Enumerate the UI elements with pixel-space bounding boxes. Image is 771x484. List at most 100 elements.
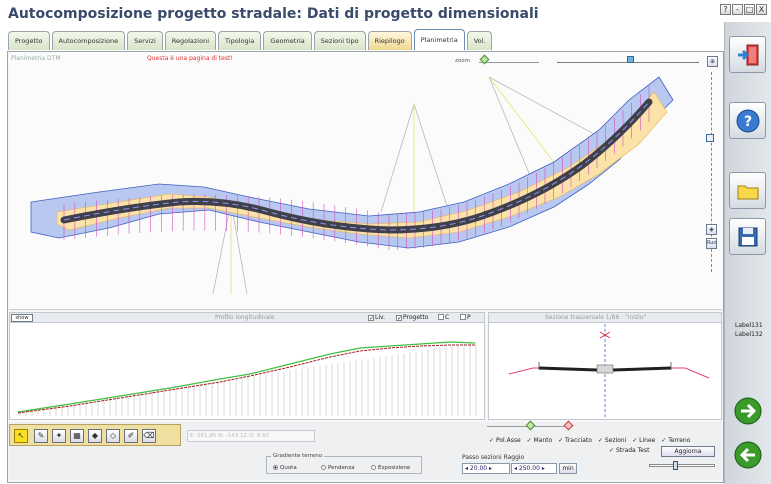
check-pol-asse[interactable]: ✓ Pol.Asse: [489, 437, 521, 444]
tab-riepilogo[interactable]: Riepilogo: [367, 31, 412, 50]
radio-quota-label: Quota: [280, 465, 297, 471]
label131: Label131: [735, 322, 763, 329]
arrow-left-icon: [734, 441, 761, 468]
open-button[interactable]: [729, 172, 766, 209]
radio-esposizione-dot[interactable]: [371, 465, 376, 470]
opacity-slider-thumb[interactable]: [673, 461, 678, 470]
floppy-disk-icon: [738, 227, 757, 246]
radio-pendenza[interactable]: Pendenza: [321, 465, 355, 471]
check-p-label: P: [467, 314, 471, 321]
show-button[interactable]: show: [11, 314, 33, 322]
test-message: Questa è una pagina di test!: [147, 55, 233, 62]
tab-autocomposizione[interactable]: Autocomposizione: [51, 31, 126, 50]
check-liv[interactable]: ✓Liv.: [368, 314, 385, 322]
check-tracciato-label: Tracciato: [565, 437, 592, 444]
profile-plot[interactable]: [10, 324, 484, 419]
range-slider-thumb-green[interactable]: [525, 420, 536, 431]
fit-view-button[interactable]: ⊕: [707, 56, 718, 67]
opacity-slider-track[interactable]: [649, 464, 715, 467]
radio-esposizione-label: Esposizione: [378, 465, 411, 471]
raggio-spinner[interactable]: ◂ 250.00 ▸: [511, 463, 557, 474]
bottom-controls: ↖ ✎ ✦ ▦ ◆ ◇ ✐ ⌫ E: 561.85 N: -143.12 Q: …: [9, 420, 722, 480]
help-button[interactable]: ?: [729, 102, 766, 139]
passo-value: 20.00: [469, 465, 488, 472]
profile-verticals: [19, 342, 477, 416]
save-button[interactable]: [729, 218, 766, 255]
svg-text:?: ?: [743, 114, 751, 130]
horizontal-scroll-thumb[interactable]: [627, 56, 634, 63]
coords-readout: E: 561.85 N: -143.12 Q: 8.60: [187, 430, 315, 442]
close-button[interactable]: X: [756, 4, 767, 15]
radio-quota[interactable]: Quota: [273, 465, 297, 471]
planimetria-label: Planimetria DTM: [11, 55, 61, 62]
zoom-slider-track[interactable]: [479, 62, 539, 63]
aggiorna-button[interactable]: Aggiorna: [661, 446, 715, 457]
tab-planimetria[interactable]: Planimetria: [413, 29, 465, 50]
check-tracciato[interactable]: ✓ Tracciato: [558, 437, 592, 444]
tab-sezioni-tipo[interactable]: Sezioni tipo: [313, 31, 366, 50]
vertical-scroll-thumb[interactable]: [706, 134, 714, 142]
right-sidebar: ? Label131 Label132: [724, 22, 771, 484]
tab-geometria[interactable]: Geometria: [263, 31, 312, 50]
tab-regolazioni[interactable]: Regolazioni: [164, 31, 217, 50]
back-button[interactable]: [729, 436, 766, 473]
tab-progetto[interactable]: Progetto: [8, 31, 50, 50]
edit-tool-icon[interactable]: ✎: [34, 429, 48, 443]
folder-icon: [737, 185, 758, 199]
eraser-tool-icon[interactable]: ⌫: [142, 429, 156, 443]
zoom-label: zoom: [455, 58, 470, 64]
exit-button[interactable]: [729, 36, 766, 73]
exit-door-icon: [737, 44, 758, 65]
plan-map[interactable]: [9, 52, 722, 310]
gradiente-group: Gradiente terreno Quota Pendenza Esposiz…: [266, 453, 422, 474]
check-progetto-box[interactable]: ✓: [396, 315, 402, 322]
run-button[interactable]: Run: [706, 238, 717, 249]
check-sezioni[interactable]: ✓ Sezioni: [598, 437, 626, 444]
check-p[interactable]: P: [460, 314, 471, 321]
grid-tool-icon[interactable]: ▦: [70, 429, 84, 443]
check-progetto-label: Progetto: [403, 314, 429, 321]
check-manto[interactable]: ✓ Manto: [527, 437, 553, 444]
check-linee[interactable]: ✓ Linee: [632, 437, 655, 444]
sezione-panel: Sezione trasversale 1/86 : "inizio": [488, 312, 722, 420]
check-p-box[interactable]: [460, 314, 466, 320]
tool-palette: ↖ ✎ ✦ ▦ ◆ ◇ ✐ ⌫: [9, 424, 181, 446]
check-terreno[interactable]: ✓ Terreno: [661, 437, 690, 444]
check-strada-test[interactable]: ✓ Strada Test: [609, 447, 649, 454]
range-slider-thumb-red[interactable]: [563, 420, 574, 431]
tab-servizi[interactable]: Servizi: [127, 31, 163, 50]
shape-tool-icon[interactable]: ◆: [88, 429, 102, 443]
maximize-button[interactable]: □: [744, 4, 755, 15]
tab-tipologia[interactable]: Tipologia: [218, 31, 262, 50]
layer-checks: ✓ Pol.Asse ✓ Manto ✓ Tracciato ✓ Sezioni…: [489, 437, 694, 444]
check-c[interactable]: C: [438, 314, 449, 321]
help-window-button[interactable]: ?: [720, 4, 731, 15]
minimize-button[interactable]: -: [732, 4, 743, 15]
radio-pendenza-dot[interactable]: [321, 465, 326, 470]
select-tool-icon[interactable]: ↖: [14, 429, 28, 443]
radio-esposizione[interactable]: Esposizione: [371, 465, 410, 471]
tab-vol[interactable]: Vol.: [466, 31, 493, 50]
sezione-header: Sezione trasversale 1/86 : "inizio": [489, 313, 721, 323]
next-button[interactable]: [729, 392, 766, 429]
gradiente-title: Gradiente terreno: [271, 453, 325, 459]
center-view-button[interactable]: ◈: [706, 224, 717, 235]
check-liv-box[interactable]: ✓: [368, 315, 374, 322]
node-tool-icon[interactable]: ✦: [52, 429, 66, 443]
design-profile-line: [17, 344, 475, 414]
raggio-value: 250.00: [518, 465, 540, 472]
check-progetto[interactable]: ✓Progetto: [396, 314, 429, 322]
pen-tool-icon[interactable]: ✐: [124, 429, 138, 443]
passo-spinner[interactable]: ◂ 20.00 ▸: [462, 463, 510, 474]
planimetria-view[interactable]: Planimetria DTM Questa è una pagina di t…: [9, 52, 722, 310]
shape2-tool-icon[interactable]: ◇: [106, 429, 120, 443]
radio-quota-dot[interactable]: [273, 465, 278, 470]
section-plot[interactable]: [489, 324, 721, 419]
min-button[interactable]: min: [559, 463, 577, 474]
check-manto-label: Manto: [533, 437, 553, 444]
arrow-right-icon: [734, 397, 761, 424]
check-c-box[interactable]: [438, 314, 444, 320]
profilo-panel: show Profilo longitudinale ✓Liv. ✓Proget…: [9, 312, 485, 420]
window-title: Autocomposizione progetto stradale: Dati…: [8, 6, 539, 22]
sezione-title: Sezione trasversale 1/86 : "inizio": [545, 314, 647, 321]
